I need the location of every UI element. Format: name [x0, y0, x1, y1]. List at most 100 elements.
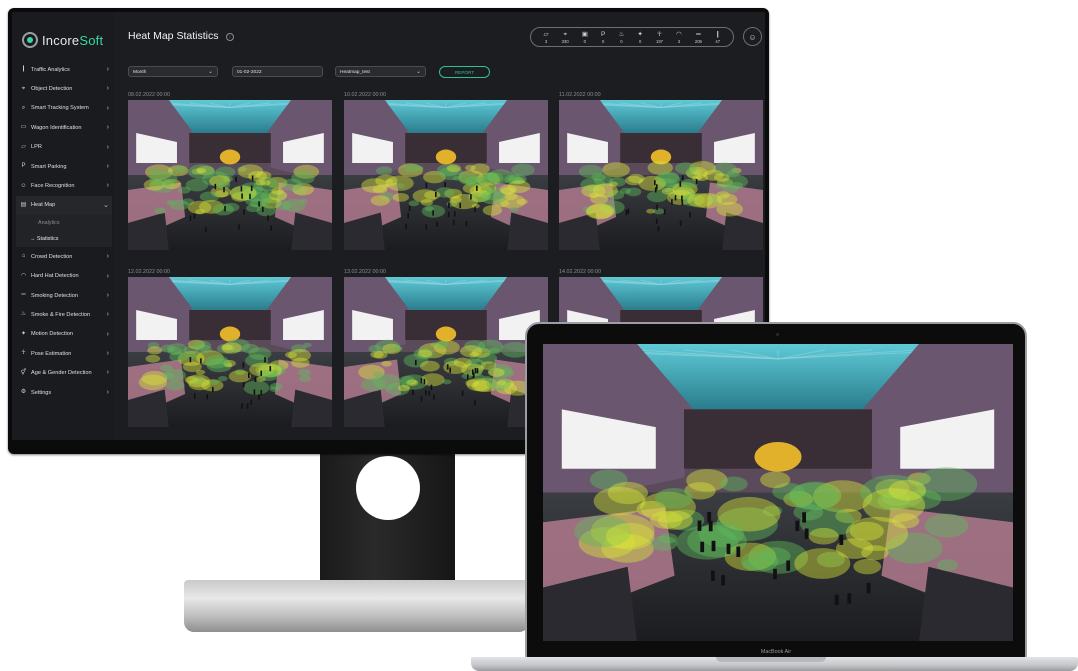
stat-counter[interactable]: ═ 208 — [695, 31, 702, 44]
sidebar-item-heat-map[interactable]: ▤ Heat Map ⌄ — [16, 195, 112, 216]
camera-select[interactable]: Heatmap_test ⌄ — [335, 66, 426, 77]
stat-value: 3 — [677, 38, 681, 44]
sidebar-subitem-statistics[interactable]: → Statistics — [16, 231, 112, 248]
sidebar-item-label: Smoking Detection — [31, 292, 78, 299]
sidebar-item-crowd-detection[interactable]: ⌂ Crowd Detection › — [16, 247, 112, 266]
heatmap-thumbnail[interactable] — [344, 277, 548, 427]
sidebar-item-wagon-identification[interactable]: ▭ Wagon Identification › — [16, 118, 112, 137]
laptop-screen-heatmap — [543, 344, 1013, 641]
sidebar-item-label: Crowd Detection — [31, 253, 73, 260]
gear-icon: ⚙ — [20, 389, 27, 396]
stat-counter[interactable]: ♨ 0 — [618, 31, 624, 44]
sidebar-item-label: Object Detection — [31, 86, 73, 93]
period-select[interactable]: Month ⌄ — [128, 66, 218, 77]
sidebar-item-smoking-detection[interactable]: ═ Smoking Detection › — [16, 286, 112, 305]
heatmap-date-label: 13.02.2022 00:00 — [344, 269, 386, 275]
period-select-value: Month — [133, 70, 147, 75]
sidebar-item-label: Wagon Identification — [31, 124, 82, 131]
sidebar-item-pose-estimation[interactable]: ☥ Pose Estimation › — [16, 344, 112, 363]
stat-counter[interactable]: ◠ 3 — [676, 31, 682, 44]
pose-icon: ☥ — [657, 30, 662, 38]
sidebar-item-label: Hard Hat Detection — [31, 273, 79, 280]
sidebar-item-label: Traffic Analytics — [31, 66, 70, 73]
brand-name: IncoreSoft — [42, 32, 104, 48]
search-icon: ⌕ — [21, 104, 26, 111]
sidebar-item-traffic-analytics[interactable]: ❙ Traffic Analytics › — [16, 60, 112, 79]
parking-icon: P — [21, 163, 26, 170]
sidebar-item-lpr[interactable]: ▱ LPR › — [16, 138, 112, 157]
monitor-stand-hole — [356, 456, 420, 520]
stat-counter[interactable]: ▣ 0 — [582, 31, 588, 44]
sidebar-item-label: Smart Tracking System — [31, 105, 89, 112]
sidebar-item-age-gender-detection[interactable]: ⚥ Age & Gender Detection › — [16, 363, 112, 382]
sidebar-item-label: Face Recognition — [31, 183, 75, 190]
stat-value: 0 — [638, 38, 642, 44]
smoking-icon: ═ — [696, 30, 701, 38]
date-input-value: 01-02-2022 — [237, 70, 262, 75]
map-icon: ▤ — [20, 201, 27, 208]
hard-hat-icon: ◠ — [676, 30, 682, 38]
chevron-right-icon: › — [106, 66, 109, 73]
chevron-down-icon: ⌄ — [103, 201, 109, 209]
traffic-light-icon: ❙ — [714, 30, 721, 38]
chevron-right-icon: › — [106, 272, 109, 280]
stat-value: 330 — [561, 38, 569, 44]
sidebar-item-settings[interactable]: ⚙ Settings › — [16, 383, 112, 402]
monitor-icon: ▭ — [20, 124, 27, 131]
user-account-button[interactable]: ☺ — [743, 27, 762, 46]
sidebar-item-smart-parking[interactable]: P Smart Parking › — [16, 157, 112, 176]
face-icon: ☺ — [20, 182, 27, 189]
age-gender-icon: ⚥ — [20, 369, 27, 376]
crosshair-icon: ⌖ — [21, 85, 26, 92]
chevron-down-icon: ⌄ — [415, 69, 421, 75]
stats-bar: ▱ 3 ⌖ 330 ▣ 0 P 0 ♨ 0 ✦ 0 ☥ 197 ◠ 3 ═ 208 ❙ 47 — [530, 27, 734, 47]
sidebar-subitem-analytics[interactable]: Analytics — [16, 215, 112, 232]
brand-logo[interactable]: IncoreSoft — [22, 32, 103, 48]
heatmap-thumbnail[interactable] — [559, 100, 763, 250]
heatmap-date-label: 11.02.2022 00:00 — [559, 92, 601, 98]
laptop-notch — [716, 657, 826, 662]
chevron-right-icon: › — [106, 350, 109, 358]
chevron-down-icon: ⌄ — [207, 69, 213, 75]
stat-counter[interactable]: ⌖ 330 — [562, 31, 569, 44]
sidebar-item-smoke-fire-detection[interactable]: ♨ Smoke & Fire Detection › — [16, 305, 112, 324]
chevron-right-icon: › — [106, 388, 109, 396]
sidebar-subitem-label: Statistics — [36, 236, 59, 243]
info-icon[interactable]: i — [226, 33, 234, 41]
sidebar-item-smart-tracking-system[interactable]: ⌕ Smart Tracking System › — [16, 99, 112, 118]
sidebar-item-label: Pose Estimation — [31, 350, 72, 357]
stat-counter[interactable]: ✦ 0 — [637, 31, 642, 44]
sidebar-subitem-label: Analytics — [38, 220, 60, 227]
heatmap-thumbnail[interactable] — [128, 100, 332, 250]
stat-counter[interactable]: ☥ 197 — [656, 31, 663, 44]
sidebar-item-object-detection[interactable]: ⌖ Object Detection › — [16, 79, 112, 98]
heatmap-thumbnail[interactable] — [128, 277, 332, 427]
stat-counter[interactable]: ▱ 3 — [544, 31, 549, 44]
stat-value: 0 — [620, 38, 623, 44]
sidebar-item-face-recognition[interactable]: ☺ Face Recognition › — [16, 176, 112, 195]
date-input[interactable]: 01-02-2022 — [232, 66, 323, 77]
hard-hat-icon: ◠ — [20, 272, 27, 279]
stat-counter[interactable]: ❙ 47 — [715, 31, 720, 44]
train-icon: ▣ — [581, 30, 588, 38]
smoking-icon: ═ — [21, 292, 26, 299]
sidebar-item-label: Heat Map — [31, 202, 56, 209]
car-icon: ▱ — [21, 143, 26, 150]
report-button[interactable]: REPORT — [439, 66, 490, 78]
chevron-right-icon: › — [106, 85, 109, 93]
heatmap-thumbnail[interactable] — [344, 100, 548, 250]
chevron-right-icon: › — [106, 330, 109, 338]
laptop-model-label: MacBook Air — [760, 649, 792, 655]
sidebar-item-label: Smoke & Fire Detection — [31, 311, 91, 318]
sidebar-item-motion-detection[interactable]: ✦ Motion Detection › — [16, 325, 112, 344]
stat-value: 208 — [694, 38, 702, 44]
sidebar-item-label: Age & Gender Detection — [31, 370, 92, 377]
stat-counter[interactable]: P0 — [601, 31, 605, 44]
pose-icon: ☥ — [21, 350, 26, 357]
monitor-stand-base — [184, 580, 529, 632]
sidebar-nav: ❙ Traffic Analytics › ⌖ Object Detection › ⌕ Sm… — [16, 60, 112, 402]
sidebar-item-hard-hat-detection[interactable]: ◠ Hard Hat Detection › — [16, 267, 112, 286]
heatmap-date-label: 12.02.2022 00:00 — [128, 269, 170, 275]
sidebar-item-label: Smart Parking — [31, 163, 67, 170]
chevron-right-icon: › — [106, 291, 109, 299]
